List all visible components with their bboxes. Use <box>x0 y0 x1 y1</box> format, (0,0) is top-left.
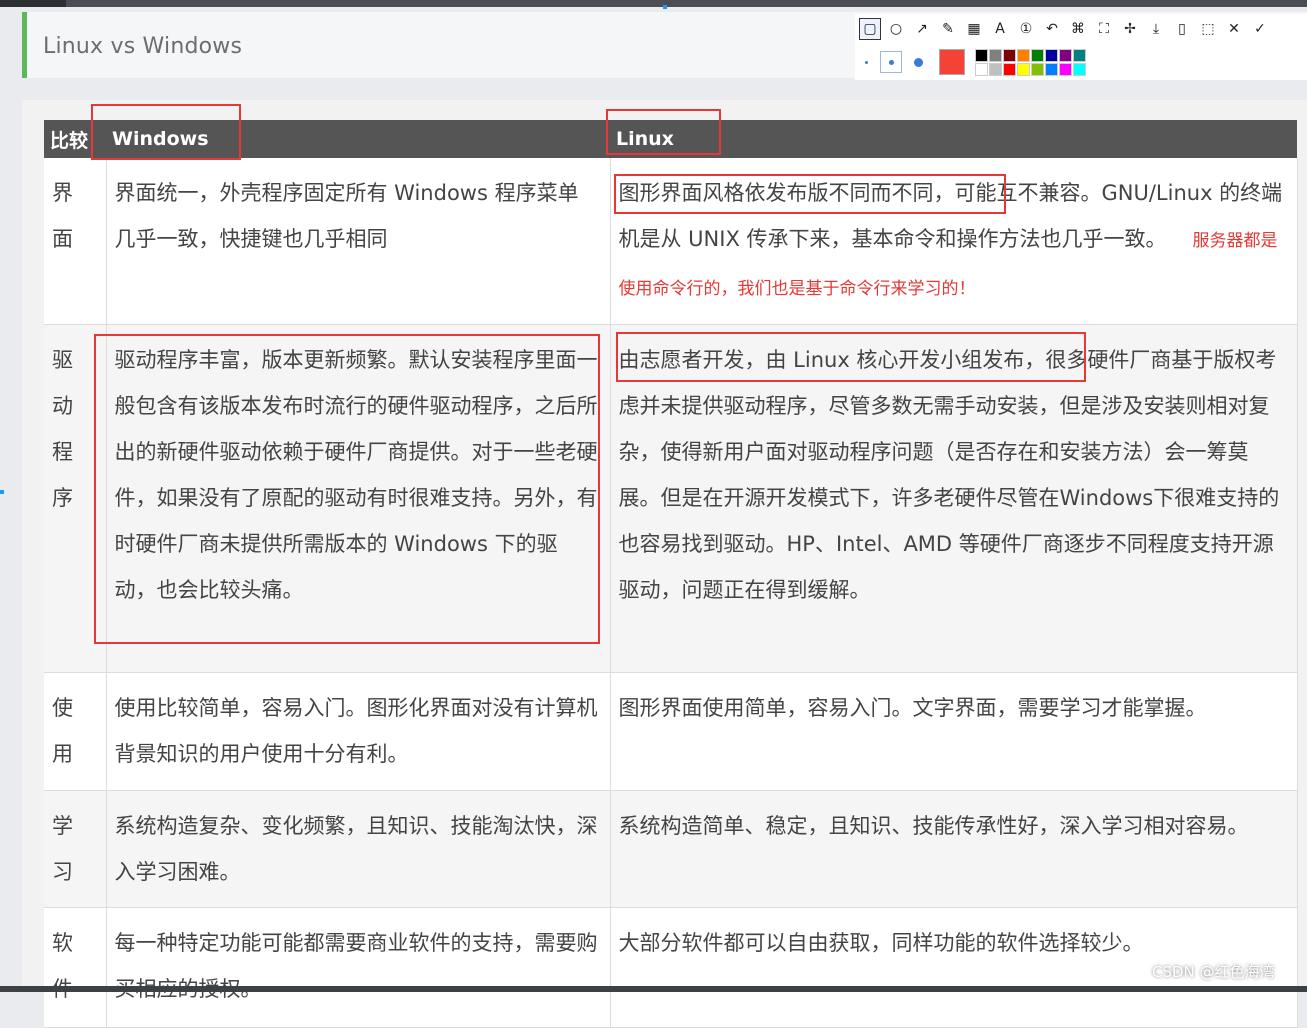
pin-tool-icon[interactable]: ⌘ <box>1067 18 1089 40</box>
windows-cell: 每一种特定功能可能都需要商业软件的支持，需要购买相应的授权。 <box>106 907 611 1028</box>
category-char: 驱 <box>52 348 73 372</box>
category-cell: 界 面 <box>44 158 107 325</box>
color-swatch[interactable] <box>1045 48 1058 62</box>
small-stroke-option[interactable] <box>865 60 868 64</box>
color-swatch[interactable] <box>1017 62 1030 76</box>
category-char: 习 <box>52 860 73 884</box>
watermark: CSDN @红色海湾 <box>1152 963 1275 981</box>
selected-color-swatch[interactable] <box>939 49 965 75</box>
header-compare: 比较 <box>44 120 106 158</box>
table-row: 使 用 使用比较简单，容易入门。图形化界面对没有计算机背景知识的用户使用十分有利… <box>44 672 1298 791</box>
medium-dot-icon <box>888 59 894 65</box>
text-icon[interactable]: A <box>989 18 1011 40</box>
color-swatch[interactable] <box>1031 48 1044 62</box>
tool-row: ▢ ○ ↗ ✎ ▦ A ① ↶ ⌘ ⛶ ✢ ⤓ ▯ ⬚ ✕ ✓ <box>859 18 1271 40</box>
pin-icon[interactable]: ✢ <box>1119 18 1141 40</box>
color-swatch[interactable] <box>989 62 1002 76</box>
header-linux: Linux <box>610 120 1297 158</box>
medium-stroke-option[interactable] <box>880 51 902 73</box>
color-swatch[interactable] <box>975 48 988 62</box>
windows-cell: 系统构造复杂、变化频繁，且知识、技能淘汰快，深入学习困难。 <box>106 790 611 908</box>
section-title: Linux vs Windows <box>43 34 243 59</box>
screenshot-toolbar: ▢ ○ ↗ ✎ ▦ A ① ↶ ⌘ ⛶ ✢ ⤓ ▯ ⬚ ✕ ✓ <box>855 14 1307 80</box>
active-tab-strip <box>0 0 66 7</box>
color-swatch[interactable] <box>1059 48 1072 62</box>
comparison-table: 比较 Windows Linux 界 面 界面统一，外壳程序固定所有 Windo… <box>44 120 1298 1028</box>
color-swatch[interactable] <box>1031 62 1044 76</box>
linux-text: 图形界面风格依发布版不同而不同，可能互不兼容。GNU/Linux 的终端机是从 … <box>618 181 1283 251</box>
linux-cell: 系统构造简单、稳定，且知识、技能传承性好，深入学习相对容易。 <box>610 790 1298 908</box>
ellipse-icon[interactable]: ○ <box>885 18 907 40</box>
linux-cell: 图形界面使用简单，容易入门。文字界面，需要学习才能掌握。 <box>610 672 1298 791</box>
pen-icon[interactable]: ✎ <box>937 18 959 40</box>
color-palette <box>975 48 1086 76</box>
table-row: 界 面 界面统一，外壳程序固定所有 Windows 程序菜单几乎一致，快捷键也几… <box>44 158 1298 325</box>
table-row: 学 习 系统构造复杂、变化频繁，且知识、技能淘汰快，深入学习困难。 系统构造简单… <box>44 790 1298 908</box>
large-stroke-option[interactable] <box>914 57 923 67</box>
window-bottom-bar <box>0 986 1307 992</box>
category-char: 动 <box>52 394 73 418</box>
header-windows: Windows <box>106 120 610 158</box>
selection-handle[interactable] <box>0 490 4 494</box>
category-char: 程 <box>52 440 73 464</box>
undo-icon[interactable]: ↶ <box>1041 18 1063 40</box>
confirm-icon[interactable]: ✓ <box>1249 18 1271 40</box>
category-cell: 驱 动 程 序 <box>44 324 107 673</box>
windows-cell: 界面统一，外壳程序固定所有 Windows 程序菜单几乎一致，快捷键也几乎相同 <box>106 158 611 325</box>
category-char: 界 <box>52 181 73 205</box>
category-char: 面 <box>52 227 73 251</box>
color-swatch[interactable] <box>1073 62 1086 76</box>
category-cell: 软 件 <box>44 907 107 1028</box>
color-swatch[interactable] <box>1003 48 1016 62</box>
category-char: 软 <box>52 931 73 955</box>
category-cell: 使 用 <box>44 672 107 791</box>
mosaic-icon[interactable]: ▦ <box>963 18 985 40</box>
linux-cell: 由志愿者开发，由 Linux 核心开发小组发布，很多硬件厂商基于版权考虑并未提供… <box>610 324 1298 673</box>
bookmark-icon[interactable]: ⬚ <box>1197 18 1219 40</box>
color-swatch[interactable] <box>989 48 1002 62</box>
windows-cell: 驱动程序丰富，版本更新频繁。默认安装程序里面一般包含有该版本发布时流行的硬件驱动… <box>106 324 611 673</box>
arrow-icon[interactable]: ↗ <box>911 18 933 40</box>
category-char: 学 <box>52 814 73 838</box>
category-char: 用 <box>52 742 73 766</box>
color-swatch[interactable] <box>1059 62 1072 76</box>
table-row: 软 件 每一种特定功能可能都需要商业软件的支持，需要购买相应的授权。 大部分软件… <box>44 907 1298 1028</box>
close-icon[interactable]: ✕ <box>1223 18 1245 40</box>
table-header-row: 比较 Windows Linux <box>44 120 1297 158</box>
color-swatch[interactable] <box>1073 48 1086 62</box>
category-char: 使 <box>52 696 73 720</box>
table-row: 驱 动 程 序 驱动程序丰富，版本更新频繁。默认安装程序里面一般包含有该版本发布… <box>44 324 1298 673</box>
color-swatch[interactable] <box>1045 62 1058 76</box>
selection-handle[interactable] <box>663 5 667 9</box>
download-icon[interactable]: ⤓ <box>1145 18 1167 40</box>
category-cell: 学 习 <box>44 790 107 908</box>
color-swatch[interactable] <box>1003 62 1016 76</box>
linux-cell: 图形界面风格依发布版不同而不同，可能互不兼容。GNU/Linux 的终端机是从 … <box>610 158 1298 325</box>
content-area: 比较 Windows Linux 界 面 界面统一，外壳程序固定所有 Windo… <box>22 100 1307 1028</box>
color-swatch[interactable] <box>975 62 988 76</box>
crop-icon[interactable]: ⛶ <box>1093 18 1115 40</box>
category-char: 序 <box>52 486 73 510</box>
number-marker-icon[interactable]: ① <box>1015 18 1037 40</box>
window-top-bar <box>0 0 1307 7</box>
color-swatch[interactable] <box>1017 48 1030 62</box>
save-icon[interactable]: ▯ <box>1171 18 1193 40</box>
windows-cell: 使用比较简单，容易入门。图形化界面对没有计算机背景知识的用户使用十分有利。 <box>106 672 611 791</box>
style-row <box>859 48 1086 76</box>
rectangle-icon[interactable]: ▢ <box>859 18 881 40</box>
